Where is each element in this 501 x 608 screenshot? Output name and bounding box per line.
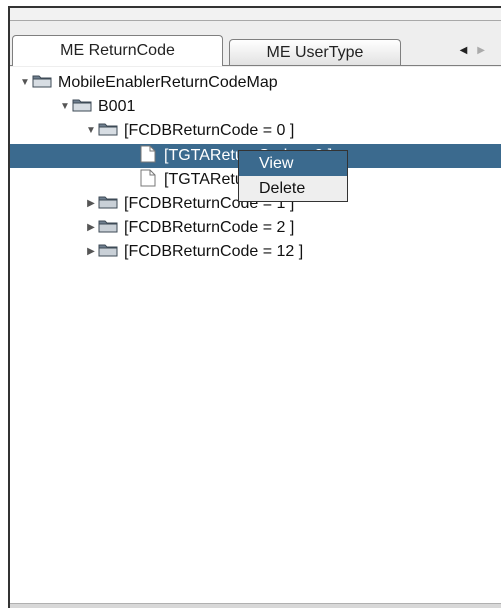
expanded-icon[interactable]: ▼ — [58, 95, 72, 119]
tree-node-root[interactable]: ▼ MobileEnablerReturnCodeMap — [18, 71, 278, 95]
node-label: MobileEnablerReturnCodeMap — [58, 74, 278, 92]
bottom-scroll-edge — [10, 603, 501, 608]
file-icon — [140, 169, 156, 187]
collapsed-icon[interactable]: ▶ — [84, 240, 98, 264]
scroll-left-icon[interactable]: ◀ — [460, 45, 478, 56]
tree-node-rc12[interactable]: ▶ [FCDBReturnCode = 12 ] — [84, 240, 303, 264]
tab-bar: ME ReturnCode ME UserType ◀▶ — [10, 31, 501, 71]
expanded-icon[interactable]: ▼ — [18, 71, 32, 95]
collapsed-icon[interactable]: ▶ — [84, 192, 98, 216]
menu-item-delete[interactable]: Delete — [239, 176, 347, 201]
node-label: [FCDBReturnCode = 12 ] — [124, 243, 304, 261]
folder-open-icon — [98, 123, 118, 136]
menu-item-view[interactable]: View — [239, 151, 347, 176]
context-menu: View Delete — [238, 150, 348, 202]
folder-open-icon — [72, 99, 92, 112]
scroll-right-icon[interactable]: ▶ — [477, 45, 495, 56]
file-icon — [140, 145, 156, 163]
tab-scroll-arrows: ◀▶ — [460, 45, 495, 56]
folder-icon — [98, 220, 118, 233]
tree-view: ▼ MobileEnablerReturnCodeMap ▼ B001 ▼ [FCDB… — [10, 67, 501, 604]
top-strip — [10, 8, 501, 21]
collapsed-icon[interactable]: ▶ — [84, 216, 98, 240]
node-label: B001 — [98, 98, 136, 116]
node-label: [FCDBReturnCode = 0 ] — [124, 122, 295, 140]
expanded-icon[interactable]: ▼ — [84, 119, 98, 143]
tab-me-returncode[interactable]: ME ReturnCode — [12, 35, 223, 66]
tab-me-usertype[interactable]: ME UserType — [229, 39, 401, 65]
folder-icon — [98, 244, 118, 257]
folder-open-icon — [32, 75, 52, 88]
tree-panel: ME ReturnCode ME UserType ◀▶ ▼ MobileEnab… — [8, 6, 501, 608]
tree-node-b001[interactable]: ▼ B001 — [58, 95, 135, 119]
tree-node-rc2[interactable]: ▶ [FCDBReturnCode = 2 ] — [84, 216, 294, 240]
node-label: [FCDBReturnCode = 2 ] — [124, 219, 295, 237]
tree-node-rc0[interactable]: ▼ [FCDBReturnCode = 0 ] — [84, 119, 294, 143]
folder-icon — [98, 196, 118, 209]
